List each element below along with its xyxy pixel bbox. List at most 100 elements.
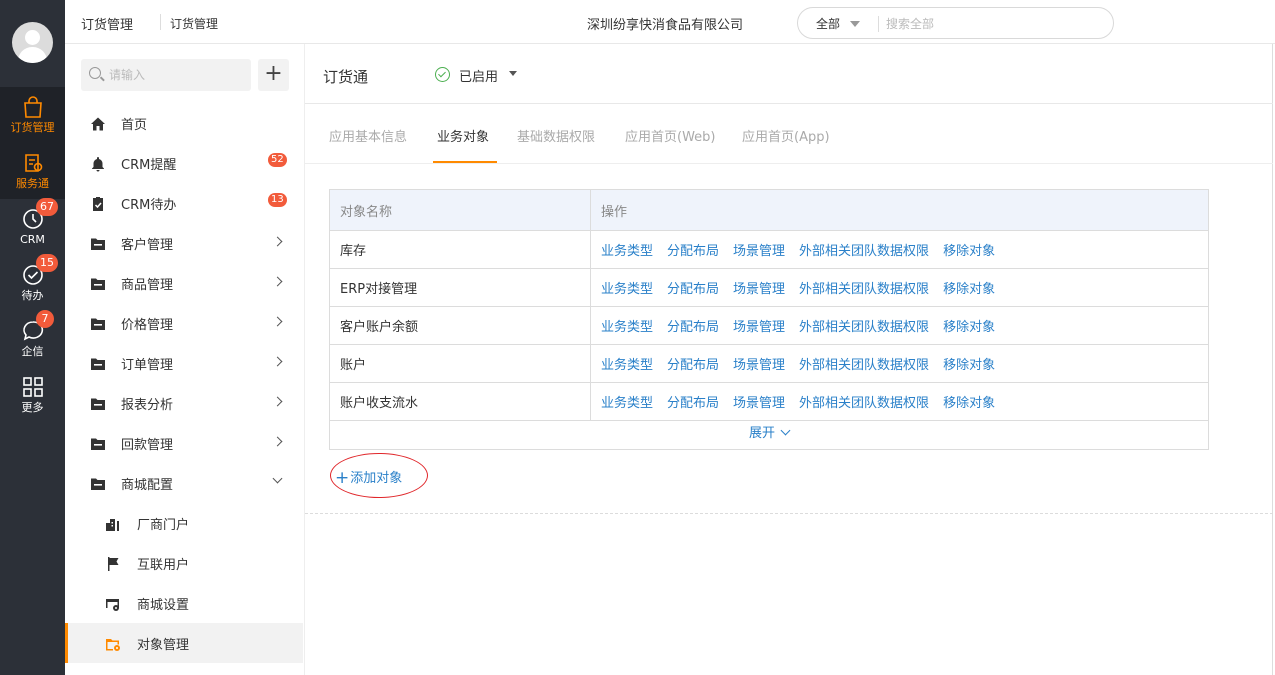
plus-icon: + xyxy=(335,468,350,488)
remove-object-link[interactable]: 移除对象 xyxy=(943,320,995,335)
table-row: 库存 业务类型 分配布局 场景管理 外部相关团队数据权限 移除对象 xyxy=(329,230,1209,269)
add-button[interactable]: + xyxy=(258,59,289,91)
add-object-button[interactable]: +添加对象 xyxy=(335,467,403,488)
breadcrumb-app[interactable]: 订货管理 xyxy=(81,14,133,33)
rail-item-todo[interactable]: 待办 15 xyxy=(0,254,65,311)
sidebar-item-object-management[interactable]: 对象管理 xyxy=(65,623,303,663)
external-team-permission-link[interactable]: 外部相关团队数据权限 xyxy=(799,244,929,259)
folder-icon xyxy=(91,278,105,290)
sidebar-item-crm-todo[interactable]: CRM待办 13 xyxy=(65,183,303,223)
page-title: 订货通 xyxy=(323,68,369,86)
sidebar-search-input[interactable] xyxy=(109,66,239,84)
breadcrumb-page[interactable]: 订货管理 xyxy=(170,15,218,32)
notification-badge: 7 xyxy=(36,310,54,328)
grid-icon xyxy=(22,377,43,397)
chevron-right-icon xyxy=(272,236,283,247)
remove-object-link[interactable]: 移除对象 xyxy=(943,282,995,297)
rail-label: 企信 xyxy=(21,345,44,358)
folder-icon xyxy=(91,438,105,450)
actions-cell: 业务类型 分配布局 场景管理 外部相关团队数据权限 移除对象 xyxy=(590,306,1209,345)
column-header-actions: 操作 xyxy=(590,189,1209,231)
breadcrumb-divider xyxy=(160,14,161,30)
search-scope-select[interactable]: 全部 xyxy=(816,15,840,32)
sidebar-item-label: 订单管理 xyxy=(121,358,174,373)
assign-layout-link[interactable]: 分配布局 xyxy=(667,320,719,335)
external-team-permission-link[interactable]: 外部相关团队数据权限 xyxy=(799,282,929,297)
scene-manage-link[interactable]: 场景管理 xyxy=(733,320,785,335)
sidebar-item-label: 报表分析 xyxy=(121,398,174,413)
top-bar: 订货管理 订货管理 深圳纷享快消食品有限公司 全部 xyxy=(65,0,1275,44)
rail-label: 更多 xyxy=(21,401,44,414)
tab-data-permissions[interactable]: 基础数据权限 xyxy=(517,126,595,145)
sidebar-item-vendor-portal[interactable]: 厂商门户 xyxy=(65,503,303,543)
tab-home-app[interactable]: 应用首页(App) xyxy=(742,126,830,145)
sidebar-item-product[interactable]: 商品管理 xyxy=(65,263,303,303)
sidebar-item-payment[interactable]: 回款管理 xyxy=(65,423,303,463)
tab-home-web[interactable]: 应用首页(Web) xyxy=(625,126,716,145)
rail-item-more[interactable]: 更多 xyxy=(0,367,65,423)
objects-table: 对象名称 操作 库存 业务类型 分配布局 场景管理 外部相关团队数据权限 移除对象 ERP对… xyxy=(329,189,1209,421)
rail-item-chat[interactable]: 企信 7 xyxy=(0,310,65,367)
service-icon xyxy=(24,154,42,172)
search-icon xyxy=(89,67,101,79)
scene-manage-link[interactable]: 场景管理 xyxy=(733,396,785,411)
expand-button[interactable]: 展开 xyxy=(329,420,1209,450)
assign-layout-link[interactable]: 分配布局 xyxy=(667,282,719,297)
sidebar-item-order[interactable]: 订单管理 xyxy=(65,343,303,383)
external-team-permission-link[interactable]: 外部相关团队数据权限 xyxy=(799,396,929,411)
caret-down-icon xyxy=(509,71,517,76)
caret-down-icon[interactable] xyxy=(850,21,860,27)
external-team-permission-link[interactable]: 外部相关团队数据权限 xyxy=(799,320,929,335)
sidebar: + 首页 CRM提醒 52 CRM待办 13 客户管理 xyxy=(65,44,305,675)
store-settings-icon xyxy=(106,599,119,611)
business-type-link[interactable]: 业务类型 xyxy=(601,244,653,259)
remove-object-link[interactable]: 移除对象 xyxy=(943,358,995,373)
tab-basic-info[interactable]: 应用基本信息 xyxy=(329,126,407,145)
search-input[interactable] xyxy=(886,14,1086,34)
sidebar-item-label: CRM提醒 xyxy=(121,158,177,173)
left-rail: 订货管理 服务通 CRM 67 待办 15 企信 7 更多 xyxy=(0,0,65,675)
remove-object-link[interactable]: 移除对象 xyxy=(943,396,995,411)
object-name-cell: ERP对接管理 xyxy=(329,268,591,307)
add-object-label: 添加对象 xyxy=(350,471,403,486)
sidebar-item-price[interactable]: 价格管理 xyxy=(65,303,303,343)
sidebar-item-crm-reminder[interactable]: CRM提醒 52 xyxy=(65,143,303,183)
status-label: 已启用 xyxy=(459,70,499,85)
assign-layout-link[interactable]: 分配布局 xyxy=(667,244,719,259)
rail-item-crm[interactable]: CRM 67 xyxy=(0,198,65,255)
folder-icon xyxy=(91,478,105,490)
business-type-link[interactable]: 业务类型 xyxy=(601,320,653,335)
external-team-permission-link[interactable]: 外部相关团队数据权限 xyxy=(799,358,929,373)
notification-badge: 15 xyxy=(36,254,58,272)
assign-layout-link[interactable]: 分配布局 xyxy=(667,358,719,373)
sidebar-item-mall-config[interactable]: 商城配置 xyxy=(65,463,303,503)
scene-manage-link[interactable]: 场景管理 xyxy=(733,358,785,373)
object-name-cell: 客户账户余额 xyxy=(329,306,591,345)
sidebar-menu: 首页 CRM提醒 52 CRM待办 13 客户管理 商品管理 价格管理 订单管理… xyxy=(65,103,305,663)
sidebar-item-home[interactable]: 首页 xyxy=(65,103,303,143)
actions-cell: 业务类型 分配布局 场景管理 外部相关团队数据权限 移除对象 xyxy=(590,230,1209,269)
tab-business-objects[interactable]: 业务对象 xyxy=(437,126,489,145)
app-window: 订货管理 服务通 CRM 67 待办 15 企信 7 更多 订货管理 订货管理 xyxy=(0,0,1275,675)
assign-layout-link[interactable]: 分配布局 xyxy=(667,396,719,411)
sidebar-item-report[interactable]: 报表分析 xyxy=(65,383,303,423)
sidebar-item-mall-settings[interactable]: 商城设置 xyxy=(65,583,303,623)
sidebar-item-label: 对象管理 xyxy=(137,638,190,653)
sidebar-item-label: 厂商门户 xyxy=(137,518,190,533)
remove-object-link[interactable]: 移除对象 xyxy=(943,244,995,259)
business-type-link[interactable]: 业务类型 xyxy=(601,282,653,297)
rail-item-service[interactable]: 服务通 xyxy=(0,143,65,199)
chevron-right-icon xyxy=(272,356,283,367)
scene-manage-link[interactable]: 场景管理 xyxy=(733,244,785,259)
avatar[interactable] xyxy=(12,22,53,63)
sidebar-item-customer[interactable]: 客户管理 xyxy=(65,223,303,263)
rail-item-order-management[interactable]: 订货管理 xyxy=(0,87,65,143)
divider xyxy=(305,513,1273,514)
sidebar-item-label: 商城设置 xyxy=(137,598,190,613)
business-type-link[interactable]: 业务类型 xyxy=(601,396,653,411)
actions-cell: 业务类型 分配布局 场景管理 外部相关团队数据权限 移除对象 xyxy=(590,382,1209,421)
business-type-link[interactable]: 业务类型 xyxy=(601,358,653,373)
scene-manage-link[interactable]: 场景管理 xyxy=(733,282,785,297)
notification-badge: 52 xyxy=(268,153,287,167)
sidebar-item-connected-users[interactable]: 互联用户 xyxy=(65,543,303,583)
